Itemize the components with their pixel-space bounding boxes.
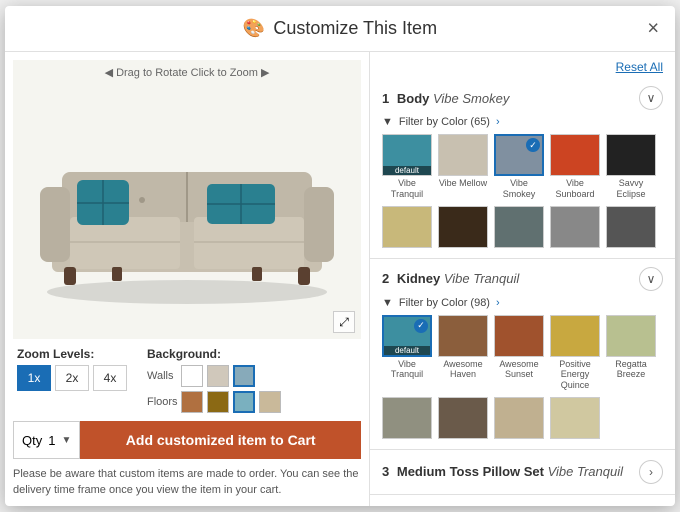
- walls-swatch-beige[interactable]: [207, 365, 229, 387]
- qty-arrow-icon: ▼: [61, 435, 71, 446]
- body-swatch-vibe-tranquil[interactable]: default Vibe Tranquil: [382, 134, 432, 200]
- kidney-swatch-awesome-sunset[interactable]: Awesome Sunset: [494, 315, 544, 391]
- kidney-chevron-button[interactable]: ∨: [639, 267, 663, 291]
- floors-swatch-2[interactable]: [207, 391, 229, 413]
- body-section-title: 1 Body Vibe Smokey: [382, 91, 509, 106]
- floors-row: Floors: [147, 391, 281, 413]
- toss-pillow-chevron-button[interactable]: ›: [639, 460, 663, 484]
- left-panel: ◀ Drag to Rotate Click to Zoom ▶: [5, 52, 370, 506]
- toss-pillow-section: 3 Medium Toss Pillow Set Vibe Tranquil ›: [370, 450, 675, 495]
- kidney-swatch-extra-3[interactable]: [494, 397, 544, 441]
- zoom-bg-row: Zoom Levels: 1x 2x 4x Background: Walls: [13, 347, 361, 413]
- body-swatch-vibe-mellow[interactable]: Vibe Mellow: [438, 134, 488, 200]
- kidney-swatch-extra-1[interactable]: [382, 397, 432, 441]
- zoom-1x-button[interactable]: 1x: [17, 365, 51, 391]
- zoom-2x-button[interactable]: 2x: [55, 365, 89, 391]
- body-swatch-savvy-eclipse[interactable]: Savvy Eclipse: [606, 134, 656, 200]
- kidney-filter-row: ▼ Filter by Color (98) ›: [382, 297, 663, 309]
- filter-icon: ▼: [382, 116, 393, 128]
- body-swatch-extra-2[interactable]: [438, 206, 488, 250]
- background-section: Background: Walls Floors: [147, 347, 281, 413]
- body-swatch-extra-4[interactable]: [550, 206, 600, 250]
- expand-button[interactable]: ⤢: [333, 311, 355, 333]
- body-filter-row: ▼ Filter by Color (65) ›: [382, 116, 663, 128]
- kidney-section: 2 Kidney Vibe Tranquil ∨ ▼ Filter by Col…: [370, 259, 675, 450]
- rotate-hint: ◀ Drag to Rotate Click to Zoom ▶: [105, 66, 270, 79]
- kidney-swatch-vibe-tranquil[interactable]: ✓ default Vibe Tranquil: [382, 315, 432, 391]
- body-chevron-button[interactable]: ∨: [639, 86, 663, 110]
- product-image-area[interactable]: ◀ Drag to Rotate Click to Zoom ▶: [13, 60, 361, 339]
- palette-icon: 🎨: [243, 18, 265, 39]
- body-swatch-vibe-smokey[interactable]: ✓ Vibe Smokey: [494, 134, 544, 200]
- qty-label: Qty: [22, 433, 42, 448]
- zoom-section: Zoom Levels: 1x 2x 4x: [17, 347, 127, 391]
- body-filter-expand[interactable]: ›: [496, 116, 500, 128]
- sofa-image: [22, 92, 352, 307]
- walls-label: Walls: [147, 370, 177, 382]
- zoom-4x-button[interactable]: 4x: [93, 365, 127, 391]
- kidney-filter-expand[interactable]: ›: [496, 297, 500, 309]
- modal-title: 🎨 Customize This Item: [243, 18, 437, 39]
- kidney-section-title-row: 2 Kidney Vibe Tranquil ∨: [382, 267, 663, 291]
- floors-swatch-1[interactable]: [181, 391, 203, 413]
- background-label: Background:: [147, 347, 281, 361]
- body-swatches-grid: default Vibe Tranquil Vibe Mellow ✓: [382, 134, 663, 250]
- floors-swatch-4[interactable]: [259, 391, 281, 413]
- walls-swatch-white[interactable]: [181, 365, 203, 387]
- walls-row: Walls: [147, 365, 281, 387]
- kidney-filter-label: Filter by Color (98): [399, 297, 490, 309]
- kidney-swatch-extra-4[interactable]: [550, 397, 600, 441]
- add-to-cart-row: Qty 1 ▼ Add customized item to Cart: [13, 421, 361, 459]
- right-panel: Reset All 1 Body Vibe Smokey ∨ ▼ Filter …: [370, 52, 675, 506]
- kidney-filter-icon: ▼: [382, 297, 393, 309]
- right-panel-header: Reset All: [370, 60, 675, 78]
- floors-swatch-3[interactable]: [233, 391, 255, 413]
- body-swatch-extra-1[interactable]: [382, 206, 432, 250]
- body-section: 1 Body Vibe Smokey ∨ ▼ Filter by Color (…: [370, 78, 675, 259]
- disclaimer-text: Please be aware that custom items are ma…: [13, 467, 361, 498]
- body-swatch-extra-3[interactable]: [494, 206, 544, 250]
- zoom-label: Zoom Levels:: [17, 347, 127, 361]
- customize-modal: 🎨 Customize This Item × ◀ Drag to Rotate…: [5, 6, 675, 506]
- kidney-section-title: 2 Kidney Vibe Tranquil: [382, 271, 519, 286]
- modal-body: ◀ Drag to Rotate Click to Zoom ▶: [5, 52, 675, 506]
- floors-label: Floors: [147, 396, 177, 408]
- walls-swatch-blue[interactable]: [233, 365, 255, 387]
- kidney-swatch-regatta-breeze[interactable]: Regatta Breeze: [606, 315, 656, 391]
- qty-value: 1: [48, 433, 55, 448]
- add-to-cart-button[interactable]: Add customized item to Cart: [80, 421, 361, 459]
- qty-selector[interactable]: Qty 1 ▼: [13, 421, 80, 459]
- reset-all-button[interactable]: Reset All: [616, 60, 663, 74]
- body-filter-label: Filter by Color (65): [399, 116, 490, 128]
- kidney-swatches-grid: ✓ default Vibe Tranquil Awesome Haven Aw…: [382, 315, 663, 441]
- kidney-swatch-positive-energy[interactable]: Positive Energy Quince: [550, 315, 600, 391]
- kidney-swatch-extra-2[interactable]: [438, 397, 488, 441]
- close-button[interactable]: ×: [647, 17, 659, 40]
- kidney-swatch-awesome-haven[interactable]: Awesome Haven: [438, 315, 488, 391]
- toss-pillow-section-title: 3 Medium Toss Pillow Set Vibe Tranquil: [382, 464, 623, 479]
- body-section-title-row: 1 Body Vibe Smokey ∨: [382, 86, 663, 110]
- body-swatch-vibe-sunboard[interactable]: Vibe Sunboard: [550, 134, 600, 200]
- modal-header: 🎨 Customize This Item ×: [5, 6, 675, 52]
- body-swatch-extra-5[interactable]: [606, 206, 656, 250]
- zoom-buttons: 1x 2x 4x: [17, 365, 127, 391]
- background-rows: Walls Floors: [147, 365, 281, 413]
